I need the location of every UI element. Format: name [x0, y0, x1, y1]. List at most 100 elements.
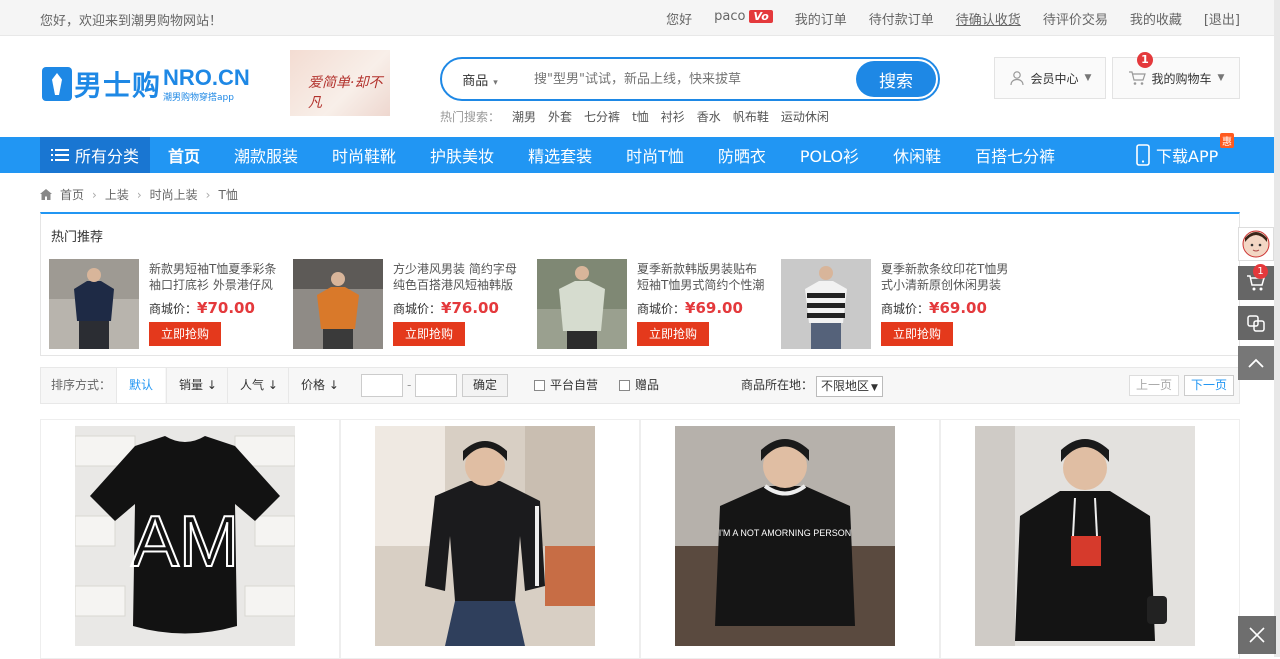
- gift-checkbox[interactable]: 赠品: [619, 368, 659, 403]
- compare-icon: [1247, 315, 1265, 332]
- all-categories-label: 所有分类: [74, 147, 139, 166]
- back-to-top-button[interactable]: [1238, 346, 1274, 380]
- breadcrumb-fashion-tops[interactable]: 时尚上装: [150, 186, 198, 203]
- avatar[interactable]: [1238, 227, 1274, 261]
- product-image[interactable]: I'M A NOT AMORNING PERSON: [675, 426, 895, 646]
- arrow-down-icon: ↓: [328, 378, 339, 392]
- product-image[interactable]: [375, 426, 595, 646]
- price-min-input[interactable]: [361, 374, 403, 397]
- sidebar-cart-button[interactable]: 1: [1238, 264, 1274, 300]
- home-icon: [40, 189, 52, 200]
- buy-now-button[interactable]: 立即抢购: [149, 322, 221, 346]
- price-value: ¥76.00: [441, 299, 499, 317]
- recommend-item-price: 商城价：¥70.00: [149, 299, 255, 317]
- sort-price-button[interactable]: 价格 ↓: [288, 368, 351, 403]
- logo-en-text: NRO.CN: [163, 64, 250, 90]
- hot-term[interactable]: t恤: [632, 108, 649, 125]
- sidebar-compare-button[interactable]: [1238, 306, 1274, 340]
- hot-term[interactable]: 外套: [548, 108, 572, 125]
- nav-item-sets[interactable]: 精选套装: [528, 143, 592, 167]
- prev-page-button[interactable]: 上一页: [1129, 375, 1180, 396]
- recommend-item-name[interactable]: 夏季新款条纹印花T恤男式小清新原创休闲男装: [881, 261, 1011, 293]
- breadcrumb-tops[interactable]: 上装: [105, 186, 129, 203]
- product-thumbnail[interactable]: [537, 259, 627, 349]
- nav-item-casual-shoes[interactable]: 休闲鞋: [893, 143, 941, 167]
- search-input[interactable]: [518, 71, 856, 87]
- product-thumbnail[interactable]: [781, 259, 871, 349]
- search-button[interactable]: 搜索: [856, 61, 936, 97]
- product-thumbnail[interactable]: [293, 259, 383, 349]
- next-page-button[interactable]: 下一页: [1184, 375, 1235, 396]
- buy-now-button[interactable]: 立即抢购: [637, 322, 709, 346]
- all-categories-button[interactable]: 所有分类: [40, 137, 150, 173]
- vip-badge: Vo: [749, 10, 773, 23]
- pending-receipt-link[interactable]: 待确认收货: [956, 9, 1021, 28]
- pending-payment-link[interactable]: 待付款订单: [869, 9, 934, 28]
- welcome-text: 您好，欢迎来到潮男购物网站！: [40, 14, 223, 29]
- nav-item-cropped-pants[interactable]: 百搭七分裤: [975, 143, 1055, 167]
- buy-now-button[interactable]: 立即抢购: [881, 322, 953, 346]
- recommend-item: 方少港风男装 简约字母纯色百搭港风短袖韩版 商城价：¥76.00 立即抢购: [285, 259, 525, 351]
- hot-term[interactable]: 帆布鞋: [733, 108, 769, 125]
- product-image[interactable]: [975, 426, 1195, 646]
- breadcrumb-home[interactable]: 首页: [60, 186, 84, 203]
- recommend-item-name[interactable]: 新款男短袖T恤夏季彩条袖口打底衫 外景港仔风: [149, 261, 279, 293]
- hot-term[interactable]: 香水: [697, 108, 721, 125]
- download-app-link[interactable]: 下载APP: [1136, 137, 1218, 173]
- username-link[interactable]: paco Vo: [714, 9, 773, 28]
- sort-default-button[interactable]: 默认: [116, 368, 166, 403]
- buy-now-button[interactable]: 立即抢购: [393, 322, 465, 346]
- nav-item-home[interactable]: 首页: [168, 143, 200, 167]
- product-card[interactable]: [940, 419, 1240, 659]
- recommend-item: 新款男短袖T恤夏季彩条袖口打底衫 外景港仔风 商城价：¥70.00 立即抢购: [41, 259, 281, 351]
- hot-recommend-title: 热门推荐: [51, 230, 104, 245]
- hot-term[interactable]: 潮男: [512, 108, 536, 125]
- product-card[interactable]: [340, 419, 640, 659]
- nav-item-polo[interactable]: POLO衫: [800, 143, 859, 167]
- chevron-right-icon: ›: [205, 187, 211, 202]
- nav-item-shoes[interactable]: 时尚鞋靴: [332, 143, 396, 167]
- logout-link[interactable]: [退出]: [1204, 9, 1240, 28]
- price-confirm-button[interactable]: 确定: [462, 374, 509, 397]
- self-operated-label: 平台自营: [550, 378, 599, 392]
- nav-item-clothing[interactable]: 潮款服装: [234, 143, 298, 167]
- price-value: ¥69.00: [929, 299, 987, 317]
- location-value: 不限地区: [821, 379, 870, 393]
- search-category-dropdown[interactable]: 商品: [442, 70, 518, 89]
- self-operated-checkbox[interactable]: 平台自营: [534, 368, 598, 403]
- product-thumbnail[interactable]: [49, 259, 139, 349]
- nav-item-skincare[interactable]: 护肤美妆: [430, 143, 494, 167]
- sort-price-label: 价格: [301, 378, 326, 392]
- shirt-print-text: I'M A NOT AMORNING PERSON: [719, 528, 852, 538]
- checkbox-icon: [619, 380, 630, 391]
- promo-text: 爱简单·却不凡: [308, 75, 383, 111]
- my-orders-link[interactable]: 我的订单: [795, 9, 847, 28]
- favorites-link[interactable]: 我的收藏: [1130, 9, 1182, 28]
- location-select[interactable]: 不限地区 ▼: [816, 376, 883, 397]
- sort-popularity-button[interactable]: 人气 ↓: [227, 368, 290, 403]
- pending-review-link[interactable]: 待评价交易: [1043, 9, 1108, 28]
- close-button[interactable]: [1238, 616, 1276, 654]
- recommend-item-name[interactable]: 方少港风男装 简约字母纯色百搭港风短袖韩版: [393, 261, 523, 293]
- site-logo[interactable]: 男士购 NRO.CN 潮男购物穿搭app: [42, 64, 250, 104]
- promo-banner[interactable]: 爱简单·却不凡: [290, 50, 390, 116]
- hot-term[interactable]: 七分裤: [584, 108, 620, 125]
- chevron-up-icon: [1248, 358, 1264, 368]
- hot-term[interactable]: 衬衫: [661, 108, 685, 125]
- product-image[interactable]: AM: [75, 426, 295, 646]
- product-card[interactable]: AM: [40, 419, 340, 659]
- member-center-button[interactable]: 会员中心 ▼: [994, 57, 1106, 99]
- nav-item-tshirt[interactable]: 时尚T恤: [626, 143, 684, 167]
- hot-term[interactable]: 运动休闲: [781, 108, 829, 125]
- sidebar-cart-badge: 1: [1253, 264, 1268, 279]
- close-icon: [1249, 627, 1265, 643]
- nav-item-sun-jacket[interactable]: 防晒衣: [718, 143, 766, 167]
- cart-button[interactable]: 1 我的购物车 ▼: [1112, 52, 1240, 99]
- recommend-item-price: 商城价：¥76.00: [393, 299, 499, 317]
- price-max-input[interactable]: [415, 374, 457, 397]
- recommend-item-name[interactable]: 夏季新款韩版男装贴布短袖T恤男式简约个性潮: [637, 261, 767, 293]
- list-icon: [50, 149, 69, 161]
- arrow-down-icon: ↓: [267, 378, 278, 392]
- sort-sales-button[interactable]: 销量 ↓: [166, 368, 229, 403]
- product-card[interactable]: I'M A NOT AMORNING PERSON: [640, 419, 940, 659]
